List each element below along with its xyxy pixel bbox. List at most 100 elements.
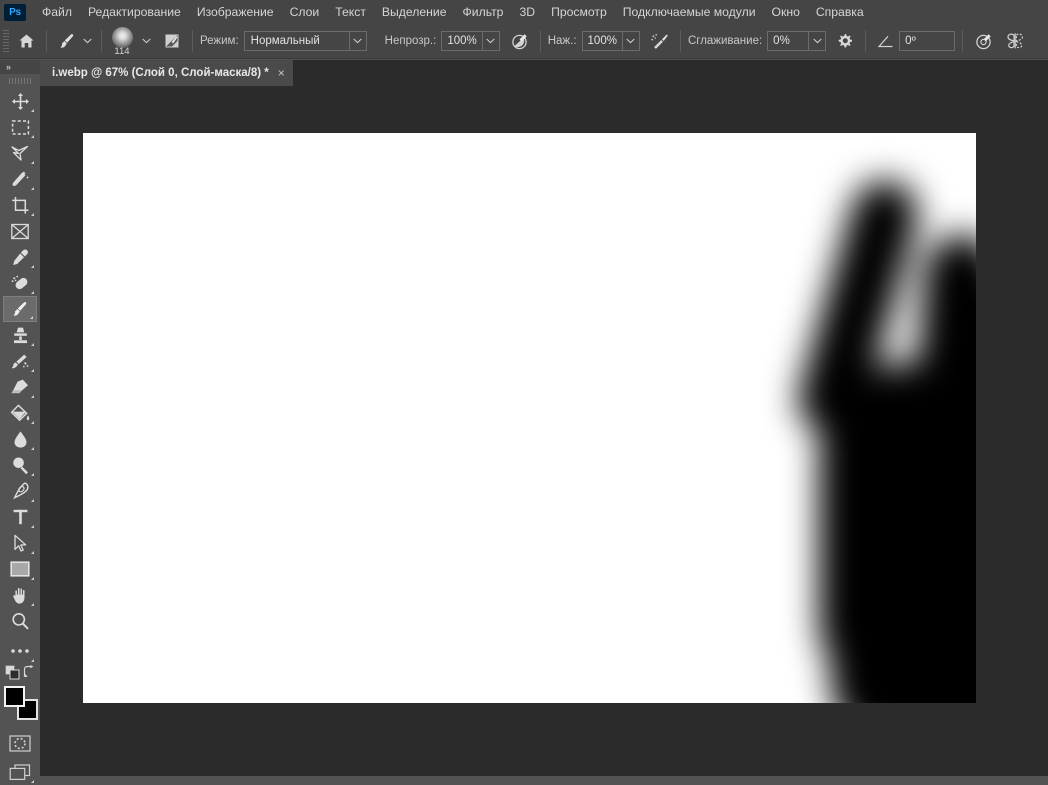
symmetry-butterfly-icon[interactable]	[1002, 28, 1028, 54]
options-separator-7	[962, 30, 964, 52]
hand-tool[interactable]	[3, 582, 37, 608]
home-icon[interactable]	[13, 28, 39, 54]
menu-layers[interactable]: Слои	[282, 2, 328, 23]
angle-icon[interactable]	[873, 28, 899, 54]
brush-tool-icon[interactable]	[54, 28, 80, 54]
options-separator-5	[679, 30, 681, 52]
tool-submenu-corner-icon	[31, 447, 34, 450]
edit-toolbar[interactable]	[3, 638, 37, 664]
tool-submenu-corner-icon	[31, 603, 34, 606]
pressure-size-icon[interactable]	[970, 28, 996, 54]
lasso-tool[interactable]	[3, 140, 37, 166]
close-icon[interactable]: ×	[278, 67, 285, 79]
menu-filter[interactable]: Фильтр	[455, 2, 512, 23]
opacity-label: Непрозр.:	[384, 35, 437, 47]
tool-submenu-corner-icon	[31, 421, 34, 424]
opacity-chevron-down-icon[interactable]	[482, 31, 500, 51]
zoom-tool[interactable]	[3, 608, 37, 634]
swap-colors-icon[interactable]	[23, 665, 37, 684]
brush-settings-icon[interactable]	[159, 28, 185, 54]
dodge-tool[interactable]	[3, 452, 37, 478]
options-separator-3	[192, 30, 193, 52]
brush-angle-value[interactable]: 0º	[899, 31, 956, 51]
menu-help[interactable]: Справка	[808, 2, 872, 23]
blend-mode-value: Нормальный	[250, 35, 320, 47]
default-colors-icon[interactable]	[5, 665, 20, 685]
options-separator-1	[46, 30, 47, 52]
color-controls-row	[0, 664, 40, 682]
tool-submenu-corner-icon	[31, 161, 34, 164]
eraser-tool[interactable]	[3, 374, 37, 400]
gear-icon[interactable]	[832, 28, 858, 54]
document-tab[interactable]: i.webp @ 67% (Слой 0, Слой-маска/8) * ×	[40, 60, 294, 86]
healing-brush-tool[interactable]	[3, 270, 37, 296]
menu-view[interactable]: Просмотр	[543, 2, 615, 23]
tool-submenu-corner-icon	[31, 659, 34, 662]
menu-edit[interactable]: Редактирование	[80, 2, 189, 23]
gradient-tool[interactable]	[3, 400, 37, 426]
smoothing-value[interactable]: 0%	[767, 31, 810, 51]
rectangle-tool[interactable]	[3, 556, 37, 582]
tool-submenu-corner-icon	[31, 135, 34, 138]
foreground-color-swatch[interactable]	[4, 686, 25, 707]
toolbar-gripper[interactable]	[0, 74, 40, 88]
pen-tool[interactable]	[3, 478, 37, 504]
flow-value[interactable]: 100%	[581, 31, 623, 51]
menu-plugins[interactable]: Подключаемые модули	[615, 2, 764, 23]
smoothing-label: Сглаживание:	[687, 35, 763, 47]
menu-bar: Ps Файл Редактирование Изображение Слои …	[0, 0, 1048, 24]
flow-label: Наж.:	[547, 35, 577, 47]
tool-submenu-corner-icon	[31, 473, 34, 476]
options-bar-gripper[interactable]	[3, 30, 9, 52]
tool-submenu-corner-icon	[31, 369, 34, 372]
clone-stamp-tool[interactable]	[3, 322, 37, 348]
frame-tool[interactable]	[3, 218, 37, 244]
path-selection-tool[interactable]	[3, 530, 37, 556]
brush-tool-preset-chevron-down-icon[interactable]	[80, 31, 94, 51]
tool-submenu-corner-icon	[31, 265, 34, 268]
brush-size-value: 114	[114, 46, 130, 57]
smoothing-control[interactable]: 0%	[767, 31, 827, 51]
blend-mode-label: Режим:	[200, 35, 239, 47]
opacity-value[interactable]: 100%	[441, 31, 483, 51]
type-tool[interactable]	[3, 504, 37, 530]
toolbar-collapse-button[interactable]: »	[0, 60, 40, 74]
menu-type[interactable]: Текст	[327, 2, 374, 23]
eyedropper-tool[interactable]	[3, 244, 37, 270]
document-workspace[interactable]	[40, 86, 1048, 776]
brush-tool[interactable]	[3, 296, 37, 322]
brush-preset-chevron-down-icon[interactable]	[139, 31, 153, 51]
marquee-tool[interactable]	[3, 114, 37, 140]
brush-tip-preview-icon	[111, 27, 133, 48]
tool-submenu-corner-icon	[31, 780, 34, 783]
tool-submenu-corner-icon	[31, 187, 34, 190]
pressure-opacity-icon[interactable]	[507, 28, 533, 54]
artwork-blurred-hand-silhouette	[83, 133, 976, 703]
quick-selection-tool[interactable]	[3, 166, 37, 192]
flow-chevron-down-icon[interactable]	[622, 31, 640, 51]
image-canvas[interactable]	[83, 133, 976, 703]
menu-file[interactable]: Файл	[34, 2, 80, 23]
blend-mode-chevron-down-icon[interactable]	[348, 32, 366, 50]
menu-3d[interactable]: 3D	[511, 2, 543, 23]
opacity-control[interactable]: 100%	[441, 31, 500, 51]
brush-preset-picker[interactable]: 114	[109, 27, 135, 57]
flow-control[interactable]: 100%	[581, 31, 640, 51]
move-tool[interactable]	[3, 88, 37, 114]
crop-tool[interactable]	[3, 192, 37, 218]
screen-mode-icon[interactable]	[3, 759, 37, 785]
menu-window[interactable]: Окно	[764, 2, 808, 23]
quick-mask-icon[interactable]	[3, 730, 37, 756]
menu-select[interactable]: Выделение	[374, 2, 455, 23]
blur-tool[interactable]	[3, 426, 37, 452]
photoshop-logo: Ps	[4, 3, 26, 21]
history-brush-tool[interactable]	[3, 348, 37, 374]
tools-panel: »	[0, 60, 40, 783]
tool-submenu-corner-icon	[31, 525, 34, 528]
options-separator-2	[101, 30, 102, 52]
menu-image[interactable]: Изображение	[189, 2, 282, 23]
airbrush-icon[interactable]	[647, 28, 673, 54]
smoothing-chevron-down-icon[interactable]	[809, 31, 827, 51]
blend-mode-select[interactable]: Нормальный	[243, 31, 367, 51]
document-tab-title: i.webp @ 67% (Слой 0, Слой-маска/8) *	[52, 67, 269, 79]
